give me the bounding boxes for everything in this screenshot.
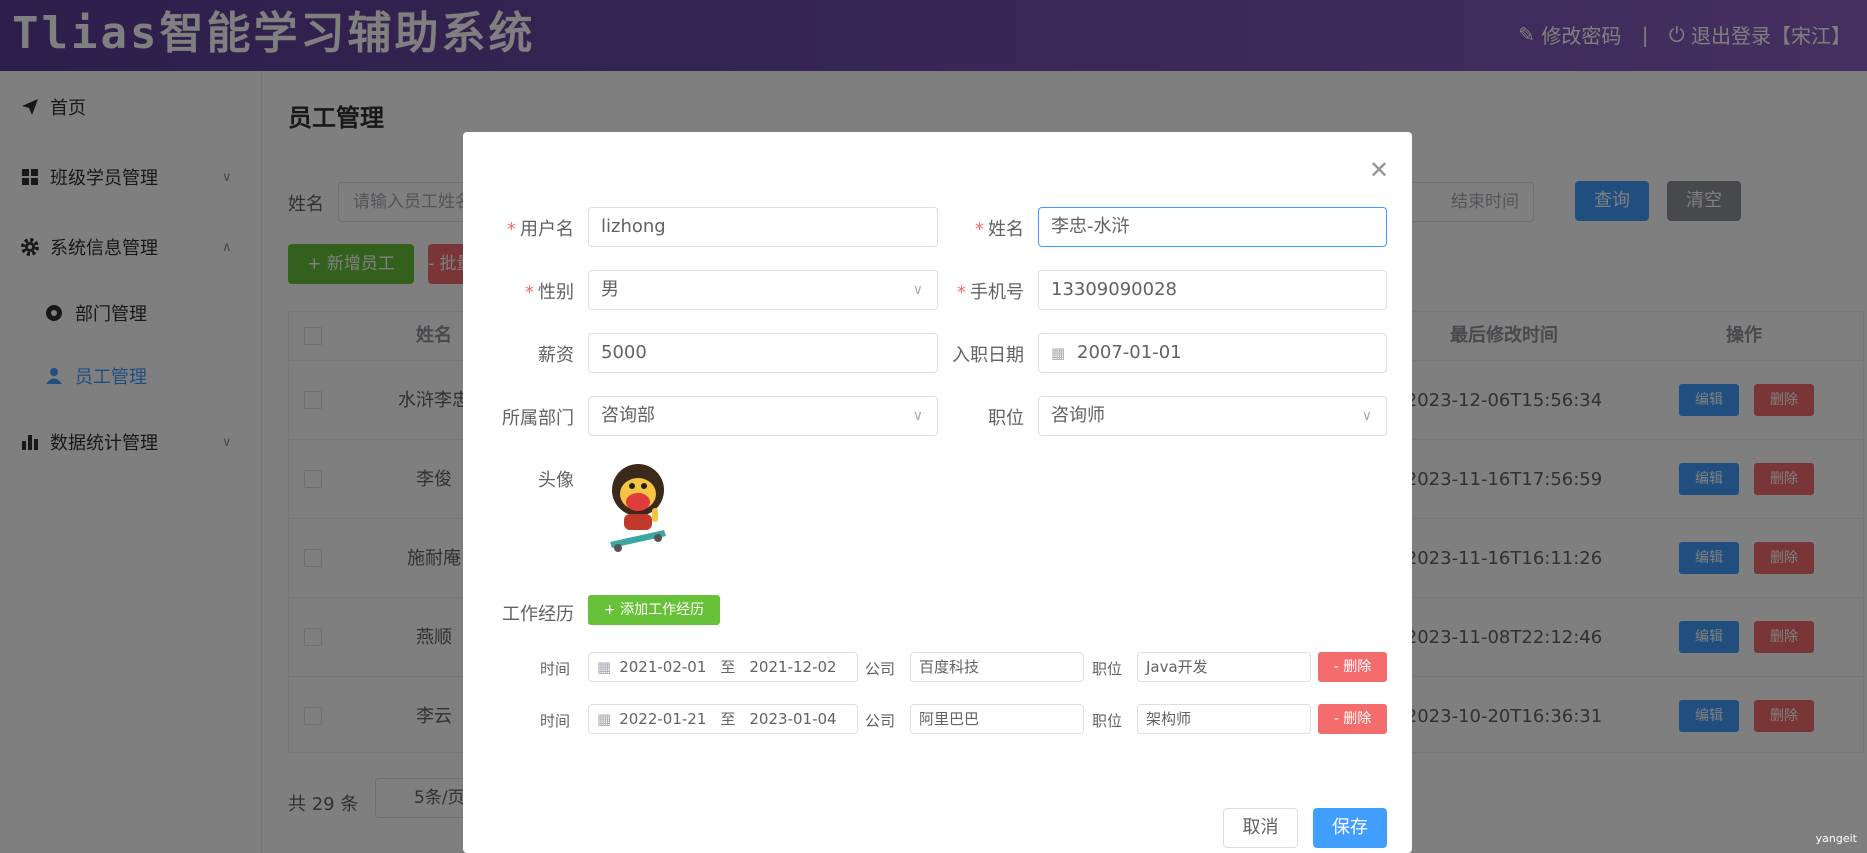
calendar-icon: ▦ [1051,344,1066,362]
salary-input[interactable]: 5000 [588,333,938,373]
exp-date-range[interactable]: ▦ 2021-02-01 至 2021-12-02 [588,652,858,682]
exp-date-range[interactable]: ▦ 2022-01-21 至 2023-01-04 [588,704,858,734]
exp-company-input[interactable]: 百度科技 [910,652,1084,682]
exp-job-input[interactable]: 架构师 [1137,704,1311,734]
entry-date-label: 入职日期 [952,345,1024,366]
add-experience-button[interactable]: + 添加工作经历 [588,595,720,625]
exp-company-label: 公司 [865,712,896,730]
calendar-icon: ▦ [597,658,612,676]
dept-select[interactable]: 咨询部 ∨ [588,396,938,436]
gender-select[interactable]: 男 ∨ [588,270,938,310]
experience-label: 工作经历 [502,604,574,625]
exp-job-label: 职位 [1092,660,1123,678]
exp-job-input[interactable]: Java开发 [1137,652,1311,682]
close-icon[interactable]: ✕ [1369,158,1389,182]
job-label: 职位 [988,408,1024,429]
cancel-button[interactable]: 取消 [1223,808,1298,848]
exp-job-label: 职位 [1092,712,1123,730]
calendar-icon: ▦ [597,710,612,728]
exp-time-label: 时间 [540,712,571,730]
chevron-down-icon: ∨ [1361,408,1372,424]
dept-label: 所属部门 [502,408,574,429]
gender-label: * 性别 [525,282,574,303]
entry-date-picker[interactable]: ▦ 2007-01-01 [1038,333,1387,373]
job-select[interactable]: 咨询师 ∨ [1038,396,1387,436]
phone-label: * 手机号 [957,282,1024,303]
avatar-label: 头像 [538,470,574,491]
name-label: * 姓名 [975,219,1024,240]
save-button[interactable]: 保存 [1313,808,1387,848]
name-input[interactable]: 李忠-水浒 [1038,207,1387,247]
exp-company-input[interactable]: 阿里巴巴 [910,704,1084,734]
username-label: * 用户名 [507,219,574,240]
remove-experience-button[interactable]: - 删除 [1318,704,1387,734]
salary-label: 薪资 [538,345,574,366]
exp-time-label: 时间 [540,660,571,678]
watermark: yangeit [1815,832,1857,845]
remove-experience-button[interactable]: - 删除 [1318,652,1387,682]
exp-company-label: 公司 [865,660,896,678]
username-input[interactable]: lizhong [588,207,938,247]
avatar-image[interactable] [604,458,674,554]
phone-input[interactable]: 13309090028 [1038,270,1387,310]
